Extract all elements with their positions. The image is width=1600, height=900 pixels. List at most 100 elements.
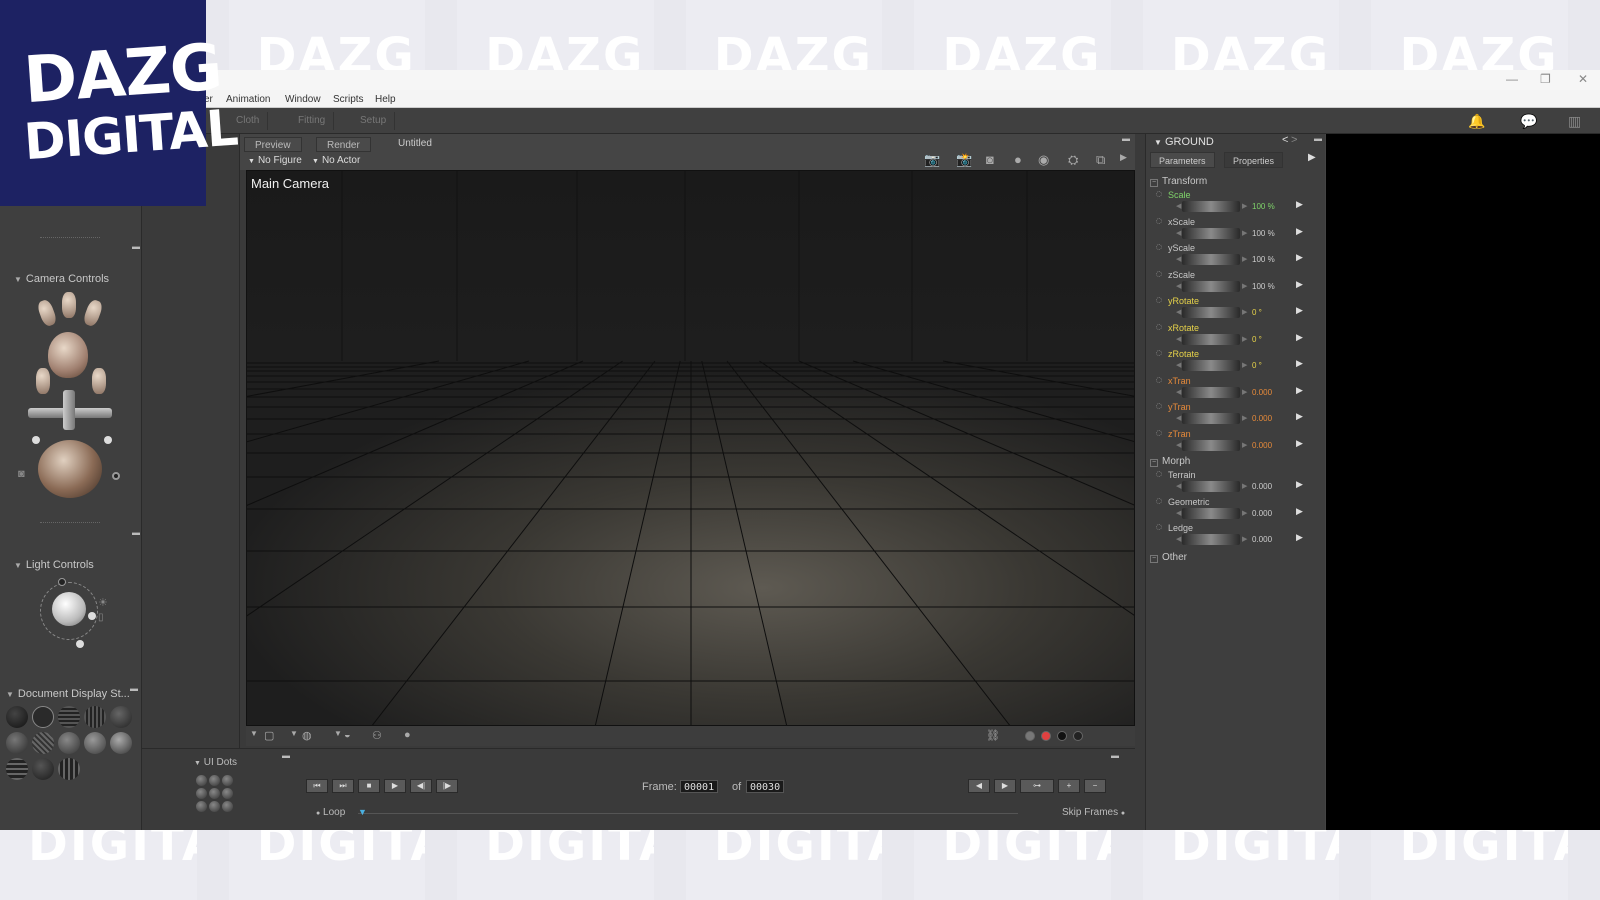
param-radio-icon[interactable] [1156,191,1162,197]
dial-decrement-icon[interactable]: ◀ [1176,535,1181,543]
expand-triangle-icon[interactable]: ▼ [194,760,201,767]
camera-small-icon[interactable]: ◙ [18,468,25,480]
dial-decrement-icon[interactable]: ◀ [1176,282,1181,290]
group-camera-icon[interactable]: ⧉ [1096,152,1105,168]
param-radio-icon[interactable] [1156,244,1162,250]
camera-dot-icon[interactable] [32,436,40,444]
camera-select-icon[interactable] [112,472,120,480]
ui-dot[interactable] [196,788,207,799]
current-frame-field[interactable]: 00001 [680,780,719,793]
param-menu-arrow-icon[interactable]: ▶ [1296,532,1303,543]
step-back-button[interactable]: ◀| [410,779,432,793]
camera-face-icon[interactable] [62,292,76,318]
param-value[interactable]: 0.000 [1252,414,1272,423]
minus-icon[interactable]: − [1150,179,1158,187]
record-icon[interactable]: ● [1014,152,1022,167]
collapse-icon[interactable]: ▬ [1111,751,1119,760]
dot-icon[interactable]: ● [404,729,411,741]
ui-dot[interactable] [196,775,207,786]
collapse-icon[interactable]: ▬ [1314,134,1322,143]
dial-increment-icon[interactable]: ▶ [1242,482,1247,490]
trash-icon[interactable]: ▯ [98,612,104,623]
playhead-marker-icon[interactable]: ▼ [358,807,367,817]
more-arrow-icon[interactable]: ▶ [1120,152,1127,163]
morph-group[interactable]: − Morph [1150,456,1190,467]
display-grid-icon[interactable] [6,758,28,780]
dial-decrement-icon[interactable]: ◀ [1176,361,1181,369]
display-dark-icon[interactable] [32,758,54,780]
key-frames-button[interactable]: ⊶ [1020,779,1054,793]
dial-increment-icon[interactable]: ▶ [1242,441,1247,449]
light-sphere-icon[interactable] [52,592,86,626]
dial-decrement-icon[interactable]: ◀ [1176,441,1181,449]
dropdown-triangle-icon[interactable]: ▼ [290,729,298,738]
param-dial[interactable] [1182,254,1240,265]
camera-trackball-icon[interactable] [38,440,102,498]
param-value[interactable]: 100 % [1252,255,1275,264]
ui-dots-title[interactable]: ▼ UI Dots [194,757,237,768]
display-flat-shaded-icon[interactable] [6,732,28,754]
tab-preview[interactable]: Preview [244,137,302,152]
panel-divider[interactable] [40,237,100,239]
dial-increment-icon[interactable]: ▶ [1242,335,1247,343]
display-outline-icon[interactable] [32,706,54,728]
total-frames-field[interactable]: 00030 [746,780,785,793]
camera-dot-icon[interactable] [104,436,112,444]
dial-increment-icon[interactable]: ▶ [1242,509,1247,517]
camera-right-hand-icon[interactable] [81,298,105,328]
panel-menu-arrow-icon[interactable]: ▶ [1308,152,1316,163]
param-value[interactable]: 100 % [1252,202,1275,211]
dropdown-triangle-icon[interactable]: ▼ [250,729,258,738]
param-dial[interactable] [1182,280,1240,292]
dropdown-triangle-icon[interactable]: ▼ [334,729,342,738]
param-value[interactable]: 100 % [1252,229,1275,238]
sun-icon[interactable]: ☀ [98,596,108,609]
param-radio-icon[interactable] [1156,270,1162,277]
param-value[interactable]: 100 % [1252,282,1275,291]
param-value[interactable]: 0.000 [1252,509,1272,518]
ui-dot[interactable] [222,801,233,812]
param-dial[interactable] [1182,439,1240,451]
bell-icon[interactable]: 🔔 [1468,113,1485,130]
param-radio-icon[interactable] [1156,403,1162,409]
link-icon[interactable]: ⛓ [986,729,1000,742]
dial-decrement-icon[interactable]: ◀ [1176,335,1181,343]
prev-actor-icon[interactable]: < [1282,134,1288,146]
param-value[interactable]: 0 ° [1252,335,1262,344]
expand-triangle-icon[interactable]: ▼ [14,561,22,570]
menu-item-help[interactable]: Help [375,94,396,105]
transform-group[interactable]: − Transform [1150,176,1207,187]
library-icon[interactable]: ▥ [1568,113,1581,130]
param-value[interactable]: 0.000 [1252,535,1272,544]
figure-selector[interactable]: ▼ No Figure [248,155,302,166]
param-dial[interactable] [1182,201,1240,212]
ui-dot[interactable] [222,775,233,786]
dial-increment-icon[interactable]: ▶ [1242,388,1247,396]
loop-toggle[interactable]: ● Loop [316,807,345,818]
param-dial[interactable] [1182,360,1240,371]
camera-rotate-left-icon[interactable] [36,368,50,394]
dial-decrement-icon[interactable]: ◀ [1176,308,1181,316]
dial-increment-icon[interactable]: ▶ [1242,282,1247,290]
ui-dot[interactable] [209,788,220,799]
add-key-button[interactable]: + [1058,779,1080,793]
other-group[interactable]: − Other [1150,552,1187,563]
param-menu-arrow-icon[interactable]: ▶ [1296,385,1303,396]
dial-increment-icon[interactable]: ▶ [1242,361,1247,369]
display-lit-wireframe-icon[interactable] [110,706,132,728]
param-dial[interactable] [1182,413,1240,424]
param-radio-icon[interactable] [1156,524,1162,530]
display-wireframe-icon[interactable] [58,706,80,728]
snapshot-camera-icon[interactable]: 📸 [956,152,972,168]
prev-key-button[interactable]: ◀ [968,779,990,793]
param-menu-arrow-icon[interactable]: ▶ [1296,438,1303,449]
light-handle-icon[interactable] [58,578,66,586]
dial-increment-icon[interactable]: ▶ [1242,229,1247,237]
param-value[interactable]: 0.000 [1252,482,1272,491]
grey-swatch[interactable] [1025,731,1035,741]
param-radio-icon[interactable] [1156,217,1162,224]
menu-item-window[interactable]: Window [285,94,321,105]
dark-swatch[interactable] [1073,731,1083,741]
skip-frames-toggle[interactable]: Skip Frames ● [1062,807,1125,818]
ui-dot[interactable] [209,775,220,786]
